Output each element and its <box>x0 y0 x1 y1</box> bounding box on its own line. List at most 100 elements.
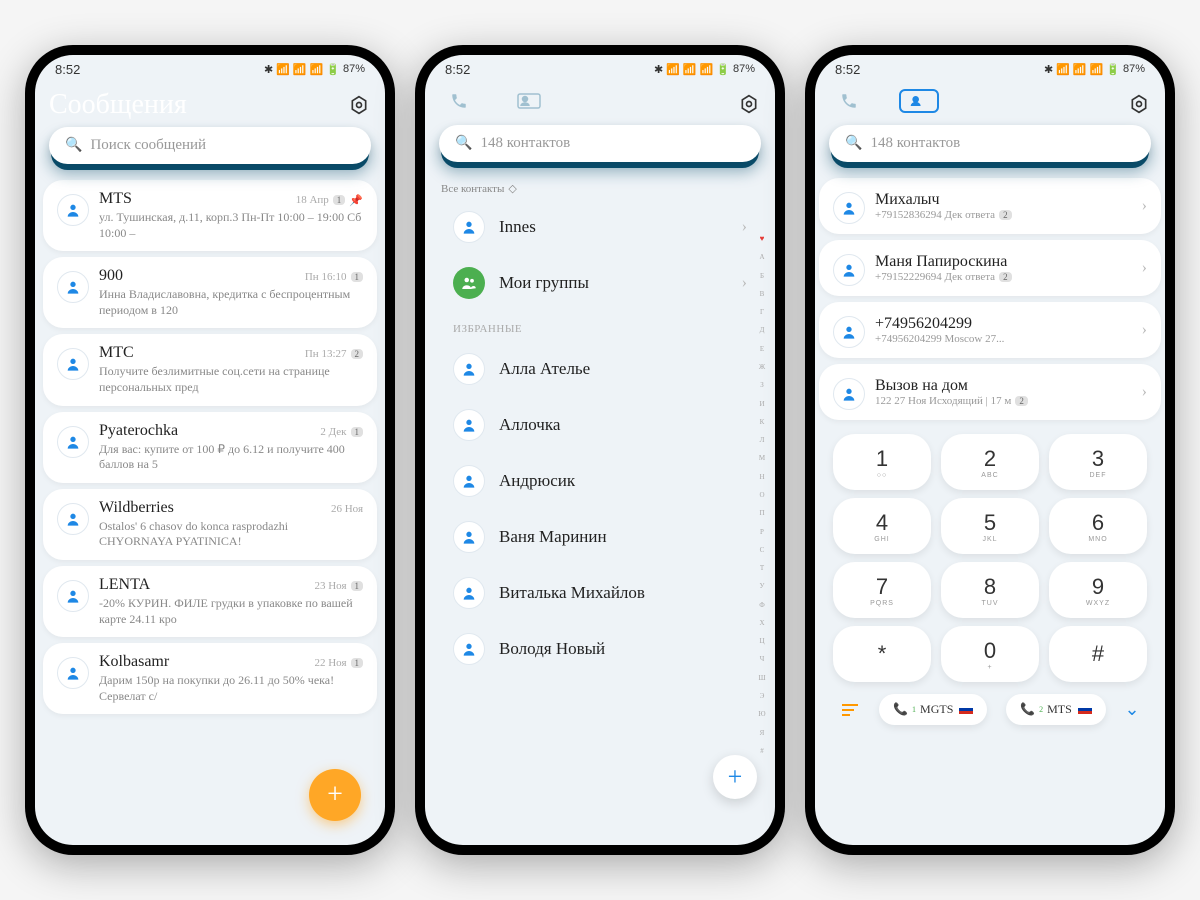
contact-item-groups[interactable]: Мои группы › <box>433 255 767 311</box>
contacts-list: Innes › Мои группы › ИЗБРАННЫЕ Алла Ател… <box>425 199 775 845</box>
chevron-down-icon[interactable]: ⌄ <box>1125 699 1140 720</box>
sender-name: Wildberries <box>99 499 174 517</box>
pin-icon: 📌 <box>349 194 363 207</box>
message-item[interactable]: MTS 18 Апр 1 📌 ул. Тушинская, д.11, корп… <box>43 180 377 251</box>
message-item[interactable]: Kolbasamr 22 Ноя 1 Дарим 150р на покупки… <box>43 643 377 714</box>
call-name: Михалыч <box>875 191 1132 209</box>
message-preview: Дарим 150р на покупки до 26.11 до 50% че… <box>99 673 363 704</box>
search-icon: 🔍 <box>455 135 472 152</box>
contact-item[interactable]: Володя Новый <box>433 621 767 677</box>
person-icon <box>453 465 485 497</box>
phone-dialer: 8:52 ✱📶📶📶🔋87% 🔍 <box>805 45 1175 855</box>
contact-item-innes[interactable]: Innes › <box>433 199 767 255</box>
contact-item[interactable]: Андрюсик <box>433 453 767 509</box>
group-icon <box>453 267 485 299</box>
search-box[interactable]: 🔍 148 контактов <box>439 125 761 162</box>
call-details: 122 27 Ноя Исходящий | 17 м 2 <box>875 395 1132 407</box>
page-title: Сообщения <box>49 89 187 121</box>
message-item[interactable]: 900 Пн 16:10 1 Инна Владиславовна, креди… <box>43 257 377 328</box>
keypad-key-#[interactable]: # <box>1049 626 1147 682</box>
settings-icon[interactable] <box>737 92 761 116</box>
search-box[interactable]: 🔍 148 контактов <box>829 125 1151 162</box>
clock: 8:52 <box>835 62 860 77</box>
keypad-key-0[interactable]: 0+ <box>941 626 1039 682</box>
search-placeholder: 148 контактов <box>870 135 960 152</box>
chevron-right-icon: › <box>1142 197 1147 215</box>
contact-name: Андрюсик <box>499 471 747 491</box>
contact-name: Алла Ателье <box>499 359 747 379</box>
keypad-key-5[interactable]: 5JKL <box>941 498 1039 554</box>
keypad-key-4[interactable]: 4GHI <box>833 498 931 554</box>
keypad: 1○○2ABC3DEF 4GHI5JKL6MNO 7PQRS8TUV9WXYZ *0+… <box>815 426 1165 686</box>
status-bar: 8:52 ✱📶📶📶🔋87% <box>35 55 385 83</box>
contact-name: Аллочка <box>499 415 747 435</box>
tab-phone-icon[interactable] <box>829 89 869 113</box>
sim1-call-button[interactable]: 📞1 MGTS <box>879 694 987 725</box>
keypad-key-2[interactable]: 2ABC <box>941 434 1039 490</box>
message-meta: Пн 13:27 2 <box>305 348 363 360</box>
message-preview: Получите безлимитные соц.сети на страниц… <box>99 364 363 395</box>
call-log-item[interactable]: Вызов на дом 122 27 Ноя Исходящий | 17 м… <box>819 364 1161 420</box>
tab-contacts-icon[interactable] <box>509 89 549 113</box>
call-name: Вызов на дом <box>875 377 1132 395</box>
message-preview: Для вас: купите от 100 ₽ до 6.12 и получ… <box>99 442 363 473</box>
add-contact-fab[interactable]: + <box>713 755 757 799</box>
tab-contacts-icon-active[interactable] <box>899 89 939 113</box>
contact-item[interactable]: Аллочка <box>433 397 767 453</box>
search-icon: 🔍 <box>845 135 862 152</box>
sender-name: Pyaterochka <box>99 422 178 440</box>
person-icon <box>57 580 89 612</box>
call-log-item[interactable]: Михалыч +79152836294 Дек ответа 2 › <box>819 178 1161 234</box>
compose-fab[interactable]: + <box>309 769 361 821</box>
message-item[interactable]: Pyaterochka 2 Дек 1 Для вас: купите от 1… <box>43 412 377 483</box>
chevron-right-icon: › <box>1142 259 1147 277</box>
search-box[interactable]: 🔍 Поиск сообщений <box>49 127 371 164</box>
message-meta: 26 Ноя <box>331 503 363 515</box>
section-favorites: ИЗБРАННЫЕ <box>433 311 767 341</box>
keypad-key-1[interactable]: 1○○ <box>833 434 931 490</box>
person-icon <box>57 271 89 303</box>
call-log-item[interactable]: +74956204299 +74956204299 Moscow 27... › <box>819 302 1161 358</box>
contact-item[interactable]: Ваня Маринин <box>433 509 767 565</box>
keypad-key-8[interactable]: 8TUV <box>941 562 1039 618</box>
call-details: +79152836294 Дек ответа 2 <box>875 209 1132 221</box>
message-item[interactable]: Wildberries 26 Ноя Ostalos' 6 chasov do … <box>43 489 377 560</box>
sender-name: 900 <box>99 267 123 285</box>
message-item[interactable]: LENTA 23 Ноя 1 -20% КУРИН. ФИЛЕ грудки в… <box>43 566 377 637</box>
call-details: +79152229694 Дек ответа 2 <box>875 271 1132 283</box>
message-meta: 23 Ноя 1 <box>314 580 363 592</box>
call-log-item[interactable]: Маня Папироскина +79152229694 Дек ответа… <box>819 240 1161 296</box>
person-icon <box>453 353 485 385</box>
tab-phone-icon[interactable] <box>439 89 479 113</box>
sim2-call-button[interactable]: 📞2 MTS <box>1006 694 1106 725</box>
search-placeholder: Поиск сообщений <box>90 137 206 154</box>
status-icons: ✱📶📶📶🔋87% <box>264 63 365 76</box>
filter-row[interactable]: Все контакты◇ <box>425 178 775 199</box>
keypad-key-3[interactable]: 3DEF <box>1049 434 1147 490</box>
contact-item[interactable]: Алла Ателье <box>433 341 767 397</box>
message-preview: Ostalos' 6 chasov do konca rasprodazhi C… <box>99 519 363 550</box>
contact-item[interactable]: Виталька Михайлов <box>433 565 767 621</box>
person-icon <box>453 409 485 441</box>
keypad-key-*[interactable]: * <box>833 626 931 682</box>
alpha-index[interactable]: ♥AБВГДЕЖЗИКЛМНОПРСТУФХЦЧШЭЮЯ# <box>755 235 769 755</box>
person-icon <box>453 633 485 665</box>
keypad-key-7[interactable]: 7PQRS <box>833 562 931 618</box>
message-item[interactable]: МТС Пн 13:27 2 Получите безлимитные соц.… <box>43 334 377 405</box>
chevron-right-icon: › <box>1142 321 1147 339</box>
contact-name: Ваня Маринин <box>499 527 747 547</box>
sender-name: Kolbasamr <box>99 653 169 671</box>
person-icon <box>453 577 485 609</box>
call-log: Михалыч +79152836294 Дек ответа 2 › Маня… <box>815 178 1165 426</box>
message-meta: Пн 16:10 1 <box>305 271 363 283</box>
settings-icon[interactable] <box>347 93 371 117</box>
status-bar: 8:52 ✱📶📶📶🔋87% <box>425 55 775 83</box>
settings-icon[interactable] <box>1127 92 1151 116</box>
phone-messages: 8:52 ✱📶📶📶🔋87% Сообщения 🔍 Поиск сообщени… <box>25 45 395 855</box>
person-icon <box>57 194 89 226</box>
keypad-key-9[interactable]: 9WXYZ <box>1049 562 1147 618</box>
clock: 8:52 <box>55 62 80 77</box>
status-bar: 8:52 ✱📶📶📶🔋87% <box>815 55 1165 83</box>
menu-icon[interactable] <box>840 702 860 718</box>
keypad-key-6[interactable]: 6MNO <box>1049 498 1147 554</box>
